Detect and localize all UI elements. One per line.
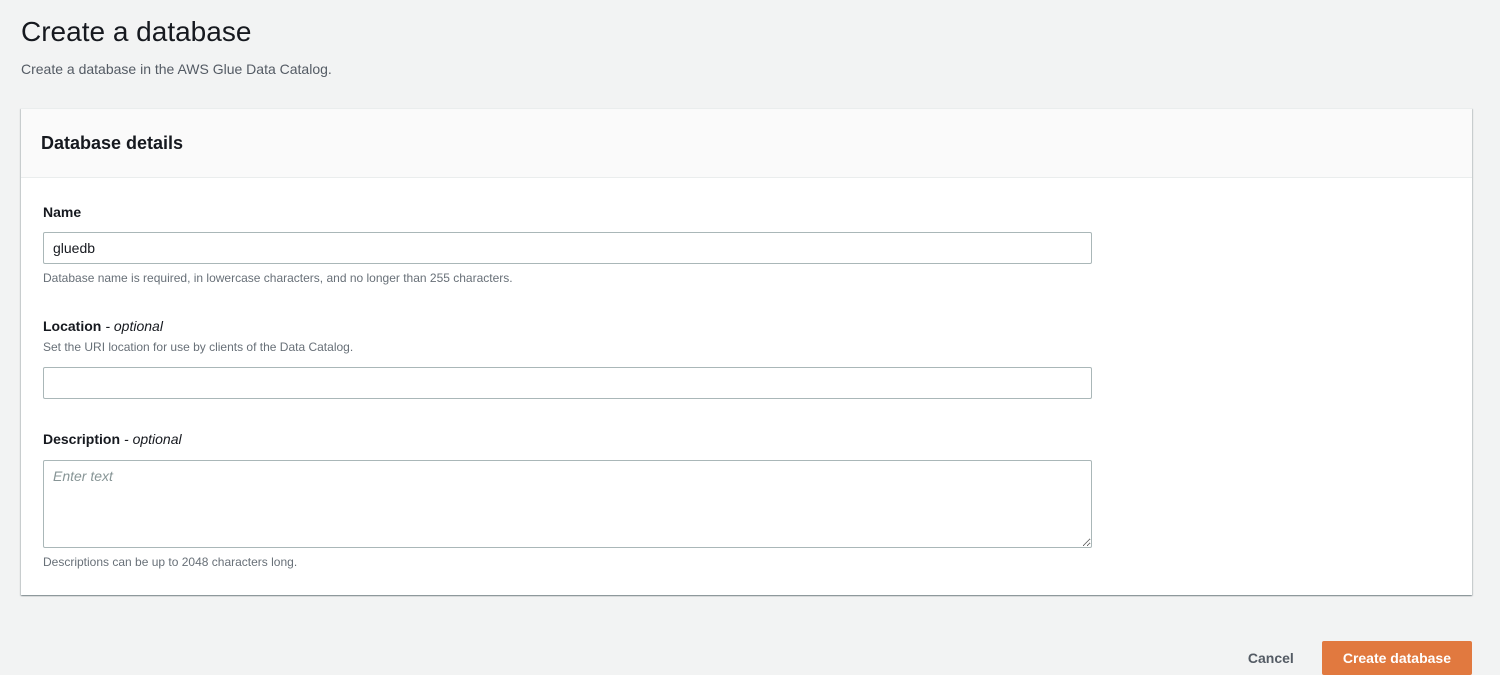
location-input[interactable]: [43, 367, 1092, 399]
location-label: Location- optional: [43, 318, 1452, 334]
description-field-group: Description- optional Descriptions can b…: [43, 431, 1452, 570]
create-database-button[interactable]: Create database: [1322, 641, 1472, 675]
name-input[interactable]: [43, 232, 1092, 264]
panel-body: Name Database name is required, in lower…: [21, 178, 1472, 595]
description-textarea[interactable]: [43, 460, 1092, 548]
name-label: Name: [43, 204, 1452, 220]
location-field-group: Location- optional Set the URI location …: [43, 318, 1452, 399]
description-constraint-text: Descriptions can be up to 2048 character…: [43, 554, 1452, 570]
page-title: Create a database: [21, 14, 1472, 50]
form-actions-bar: Cancel Create database: [0, 641, 1500, 675]
cancel-button[interactable]: Cancel: [1238, 642, 1304, 674]
page-subtitle: Create a database in the AWS Glue Data C…: [21, 59, 1472, 79]
panel-header-title: Database details: [41, 131, 1452, 155]
description-label: Description- optional: [43, 431, 1452, 447]
page-content: Create a database Create a database in t…: [0, 0, 1500, 595]
description-optional-suffix: - optional: [124, 431, 182, 447]
database-details-panel: Database details Name Database name is r…: [21, 108, 1472, 595]
name-field-group: Name Database name is required, in lower…: [43, 204, 1452, 286]
panel-header: Database details: [21, 109, 1472, 178]
location-description: Set the URI location for use by clients …: [43, 339, 1452, 355]
name-constraint-text: Database name is required, in lowercase …: [43, 270, 1452, 286]
location-optional-suffix: - optional: [105, 318, 163, 334]
